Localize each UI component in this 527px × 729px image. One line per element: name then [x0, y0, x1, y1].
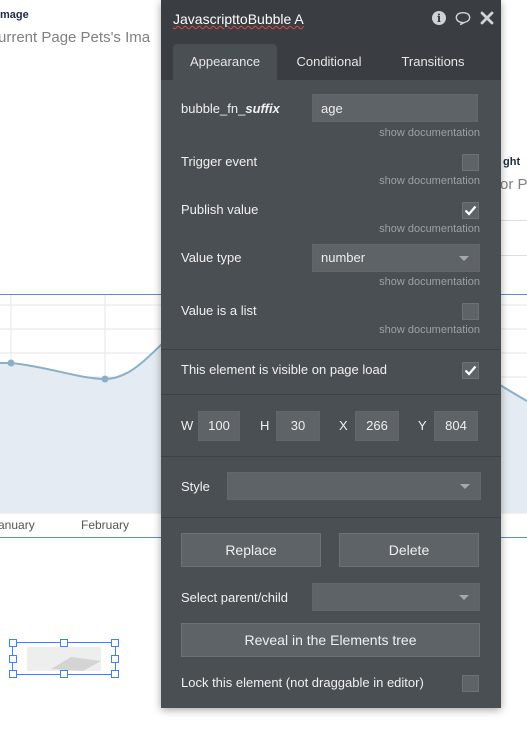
checkmark-icon [464, 205, 477, 216]
close-icon[interactable] [479, 10, 495, 26]
divider [161, 394, 501, 395]
y-label: Y [418, 418, 427, 433]
x-tick-label: anuary [0, 518, 35, 532]
right-element-label: ght [503, 156, 521, 168]
image-element-title: urrent Page Pets's Ima [0, 29, 151, 46]
show-documentation-link[interactable]: show documentation [379, 223, 480, 235]
lock-element-checkbox[interactable] [462, 675, 479, 692]
publish-value-label: Publish value [181, 202, 259, 217]
height-input[interactable]: 30 [276, 411, 320, 441]
resize-handle[interactable] [9, 670, 17, 678]
parent-child-dropdown[interactable] [312, 583, 480, 611]
data-point [101, 375, 109, 383]
info-icon[interactable]: i [431, 10, 447, 26]
tab-appearance[interactable]: Appearance [173, 44, 277, 80]
comment-icon[interactable] [455, 10, 471, 26]
value-is-list-checkbox[interactable] [462, 303, 479, 320]
x-input[interactable]: 266 [355, 411, 399, 441]
right-element-title: or Pe [500, 176, 527, 193]
panel-header[interactable]: JavascripttoBubble A i [161, 0, 501, 40]
width-label: W [181, 418, 194, 433]
panel-title: JavascripttoBubble A [173, 11, 304, 27]
chevron-down-icon [460, 484, 470, 489]
parent-child-label: Select parent/child [181, 590, 288, 605]
delete-button[interactable]: Delete [339, 533, 479, 567]
tab-conditional[interactable]: Conditional [281, 44, 377, 80]
trigger-event-label: Trigger event [181, 154, 258, 169]
value-type-dropdown[interactable]: number [312, 244, 480, 272]
lock-element-label: Lock this element (not draggable in edit… [181, 675, 424, 690]
height-label: H [260, 418, 270, 433]
resize-handle[interactable] [111, 639, 119, 647]
image-element-label: mage [0, 9, 29, 21]
visible-on-load-label: This element is visible on page load [181, 362, 387, 377]
resize-handle[interactable] [9, 639, 17, 647]
visible-on-load-checkbox[interactable] [462, 362, 479, 379]
show-documentation-link[interactable]: show documentation [379, 324, 480, 336]
chevron-down-icon [459, 256, 469, 261]
value-is-list-label: Value is a list [181, 303, 257, 318]
show-documentation-link[interactable]: show documentation [379, 276, 480, 288]
selected-image-element[interactable] [9, 639, 119, 678]
style-label: Style [181, 479, 210, 494]
area-fill [0, 341, 165, 513]
area-fill-right [500, 385, 527, 513]
reveal-in-elements-tree-button[interactable]: Reveal in the Elements tree [181, 623, 480, 657]
show-documentation-link[interactable]: show documentation [379, 175, 480, 187]
replace-button[interactable]: Replace [181, 533, 321, 567]
value-type-label: Value type [181, 250, 242, 265]
tab-transitions[interactable]: Transitions [387, 44, 479, 80]
suffix-label: bubble_fn_suffix [181, 101, 280, 116]
resize-handle[interactable] [60, 639, 68, 647]
divider [161, 456, 501, 457]
resize-handle[interactable] [111, 655, 119, 663]
divider [161, 349, 501, 350]
resize-handle[interactable] [111, 670, 119, 678]
x-tick-label: February [81, 518, 130, 532]
y-input[interactable]: 804 [434, 411, 478, 441]
chevron-down-icon [459, 595, 469, 600]
panel-tabs: Appearance Conditional Transitions [161, 40, 501, 80]
right-input-box [497, 220, 527, 256]
checkmark-icon [464, 365, 477, 376]
style-dropdown[interactable] [227, 472, 481, 500]
trigger-event-checkbox[interactable] [462, 154, 479, 171]
divider [161, 517, 501, 518]
data-point [7, 359, 15, 367]
resize-handle[interactable] [9, 655, 17, 663]
publish-value-checkbox[interactable] [462, 202, 479, 219]
x-label: X [339, 418, 348, 433]
show-documentation-link[interactable]: show documentation [379, 127, 480, 139]
suffix-input[interactable]: age [312, 94, 478, 122]
width-input[interactable]: 100 [198, 411, 240, 441]
property-editor-panel: JavascripttoBubble A i Appearance Condit… [161, 0, 501, 708]
value-type-selected: number [321, 250, 366, 265]
resize-handle[interactable] [60, 670, 68, 678]
